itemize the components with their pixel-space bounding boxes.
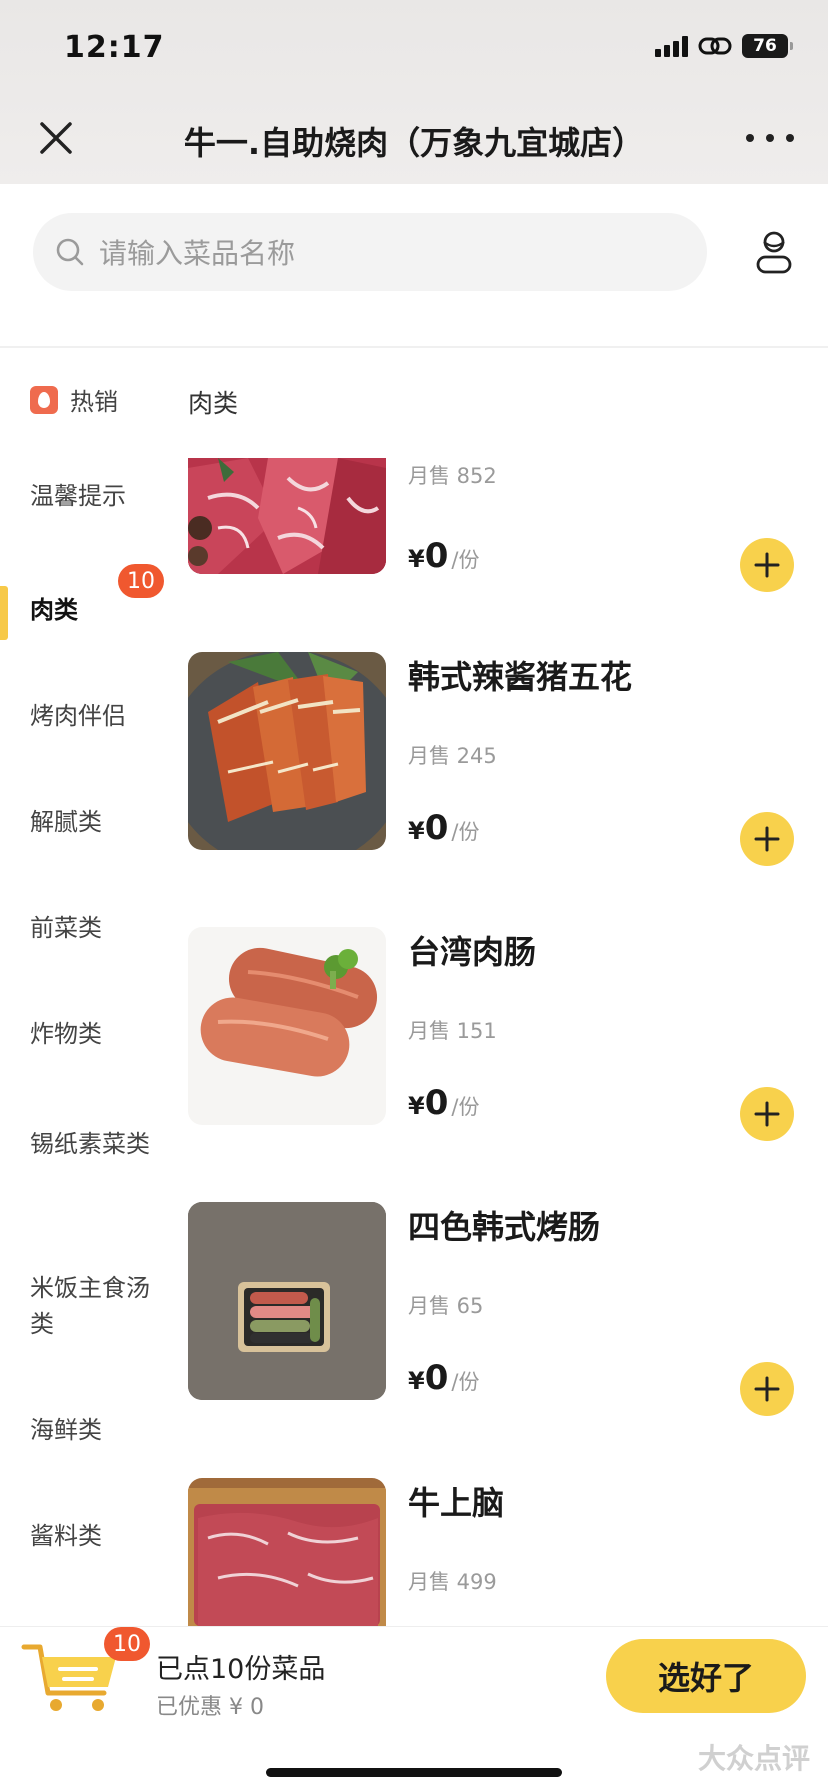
add-button[interactable] bbox=[740, 538, 794, 592]
link-icon bbox=[698, 37, 732, 55]
beef-photo bbox=[188, 458, 386, 574]
add-button[interactable] bbox=[740, 1362, 794, 1416]
cart-summary: 已点10份菜品 bbox=[156, 1654, 326, 1685]
home-indicator[interactable] bbox=[266, 1768, 562, 1777]
product-name: 牛上脑 bbox=[408, 1484, 505, 1522]
sidebar-item-sauce[interactable]: 酱料类 bbox=[30, 1518, 160, 1554]
plus-icon bbox=[754, 552, 780, 578]
product-price: ¥0/份 bbox=[408, 808, 479, 848]
sausage-photo bbox=[188, 927, 386, 1125]
sidebar-item-appetizer[interactable]: 前菜类 bbox=[30, 910, 160, 946]
fire-icon bbox=[30, 386, 58, 414]
price-value: 0 bbox=[424, 808, 449, 848]
price-currency: ¥ bbox=[408, 1367, 425, 1395]
list-section-title: 肉类 bbox=[188, 389, 239, 418]
watermark: 大众点评 bbox=[697, 1742, 810, 1775]
sidebar-item-seafood[interactable]: 海鲜类 bbox=[30, 1412, 160, 1448]
status-icons: 76 bbox=[655, 34, 793, 58]
pork-belly-photo bbox=[188, 652, 386, 850]
price-unit: /份 bbox=[451, 1370, 480, 1394]
sidebar-item-refresh[interactable]: 解腻类 bbox=[30, 804, 160, 840]
add-button[interactable] bbox=[740, 1087, 794, 1141]
status-time: 12:17 bbox=[64, 30, 165, 65]
grill-sausage-photo bbox=[188, 1202, 386, 1400]
product-sales: 月售 151 bbox=[408, 1019, 497, 1043]
price-unit: /份 bbox=[451, 1095, 480, 1119]
price-currency: ¥ bbox=[408, 817, 425, 845]
active-indicator bbox=[0, 586, 8, 640]
price-unit: /份 bbox=[451, 820, 480, 844]
product-name: 台湾肉肠 bbox=[408, 933, 537, 971]
category-sidebar: 热销 温馨提示 10 肉类 烤肉伴侣 解腻类 前菜类 炸物类 锡纸素菜类 米饭主… bbox=[0, 348, 170, 1628]
sidebar-item-fried[interactable]: 炸物类 bbox=[30, 1016, 160, 1052]
sidebar-item-bbq-partner[interactable]: 烤肉伴侣 bbox=[30, 698, 160, 734]
product-sales: 月售 499 bbox=[408, 1570, 497, 1594]
product-card[interactable]: 牛上脑 月售 499 bbox=[188, 1478, 808, 1626]
sidebar-item-meat[interactable]: 肉类 bbox=[30, 592, 160, 628]
top-chrome: 12:17 76 牛一.自助烧肉（万象九宜城店） bbox=[0, 0, 828, 184]
price-currency: ¥ bbox=[408, 1092, 425, 1120]
product-name: 四色韩式烤肠 bbox=[408, 1208, 601, 1246]
sidebar-item-hot[interactable]: 热销 bbox=[30, 384, 160, 420]
sidebar-item-foil-veg[interactable]: 锡纸素菜类 bbox=[30, 1126, 160, 1162]
page-title: 牛一.自助烧肉（万象九宜城店） bbox=[183, 124, 645, 162]
signal-icon bbox=[655, 35, 688, 57]
plus-icon bbox=[754, 826, 780, 852]
plus-icon bbox=[754, 1376, 780, 1402]
plus-icon bbox=[754, 1101, 780, 1127]
product-card[interactable]: 月售 852 ¥0/份 bbox=[188, 458, 808, 658]
product-price: ¥0/份 bbox=[408, 536, 479, 576]
price-value: 0 bbox=[424, 1083, 449, 1123]
more-icon[interactable] bbox=[746, 126, 794, 150]
battery-icon: 76 bbox=[742, 34, 793, 58]
add-button[interactable] bbox=[740, 812, 794, 866]
search-placeholder: 请输入菜品名称 bbox=[99, 237, 296, 270]
search-icon bbox=[56, 238, 84, 266]
sidebar-item-rice-soup[interactable]: 米饭主食汤类 bbox=[30, 1270, 160, 1342]
sidebar-item-label: 热销 bbox=[70, 388, 118, 416]
price-value: 0 bbox=[424, 1358, 449, 1398]
price-currency: ¥ bbox=[408, 545, 425, 573]
close-icon[interactable] bbox=[36, 118, 76, 158]
price-value: 0 bbox=[424, 536, 449, 576]
checkout-button[interactable]: 选好了 bbox=[606, 1639, 806, 1713]
search-input[interactable]: 请输入菜品名称 bbox=[33, 213, 707, 291]
product-card[interactable]: 台湾肉肠 月售 151 ¥0/份 bbox=[188, 927, 808, 1141]
user-icon[interactable] bbox=[750, 228, 798, 276]
cart-discount: 已优惠 ¥ 0 bbox=[156, 1695, 264, 1720]
product-sales: 月售 245 bbox=[408, 744, 497, 768]
product-name: 韩式辣酱猪五花 bbox=[408, 658, 633, 696]
cart-count-badge: 10 bbox=[104, 1627, 150, 1661]
product-sales: 月售 65 bbox=[408, 1294, 484, 1318]
price-unit: /份 bbox=[451, 548, 480, 572]
product-sales: 月售 852 bbox=[408, 464, 497, 488]
beef-chuck-photo bbox=[188, 1478, 386, 1626]
product-card[interactable]: 韩式辣酱猪五花 月售 245 ¥0/份 bbox=[188, 652, 808, 866]
product-card[interactable]: 四色韩式烤肠 月售 65 ¥0/份 bbox=[188, 1202, 808, 1416]
product-price: ¥0/份 bbox=[408, 1358, 479, 1398]
product-price: ¥0/份 bbox=[408, 1083, 479, 1123]
sidebar-item-tips[interactable]: 温馨提示 bbox=[30, 478, 160, 514]
